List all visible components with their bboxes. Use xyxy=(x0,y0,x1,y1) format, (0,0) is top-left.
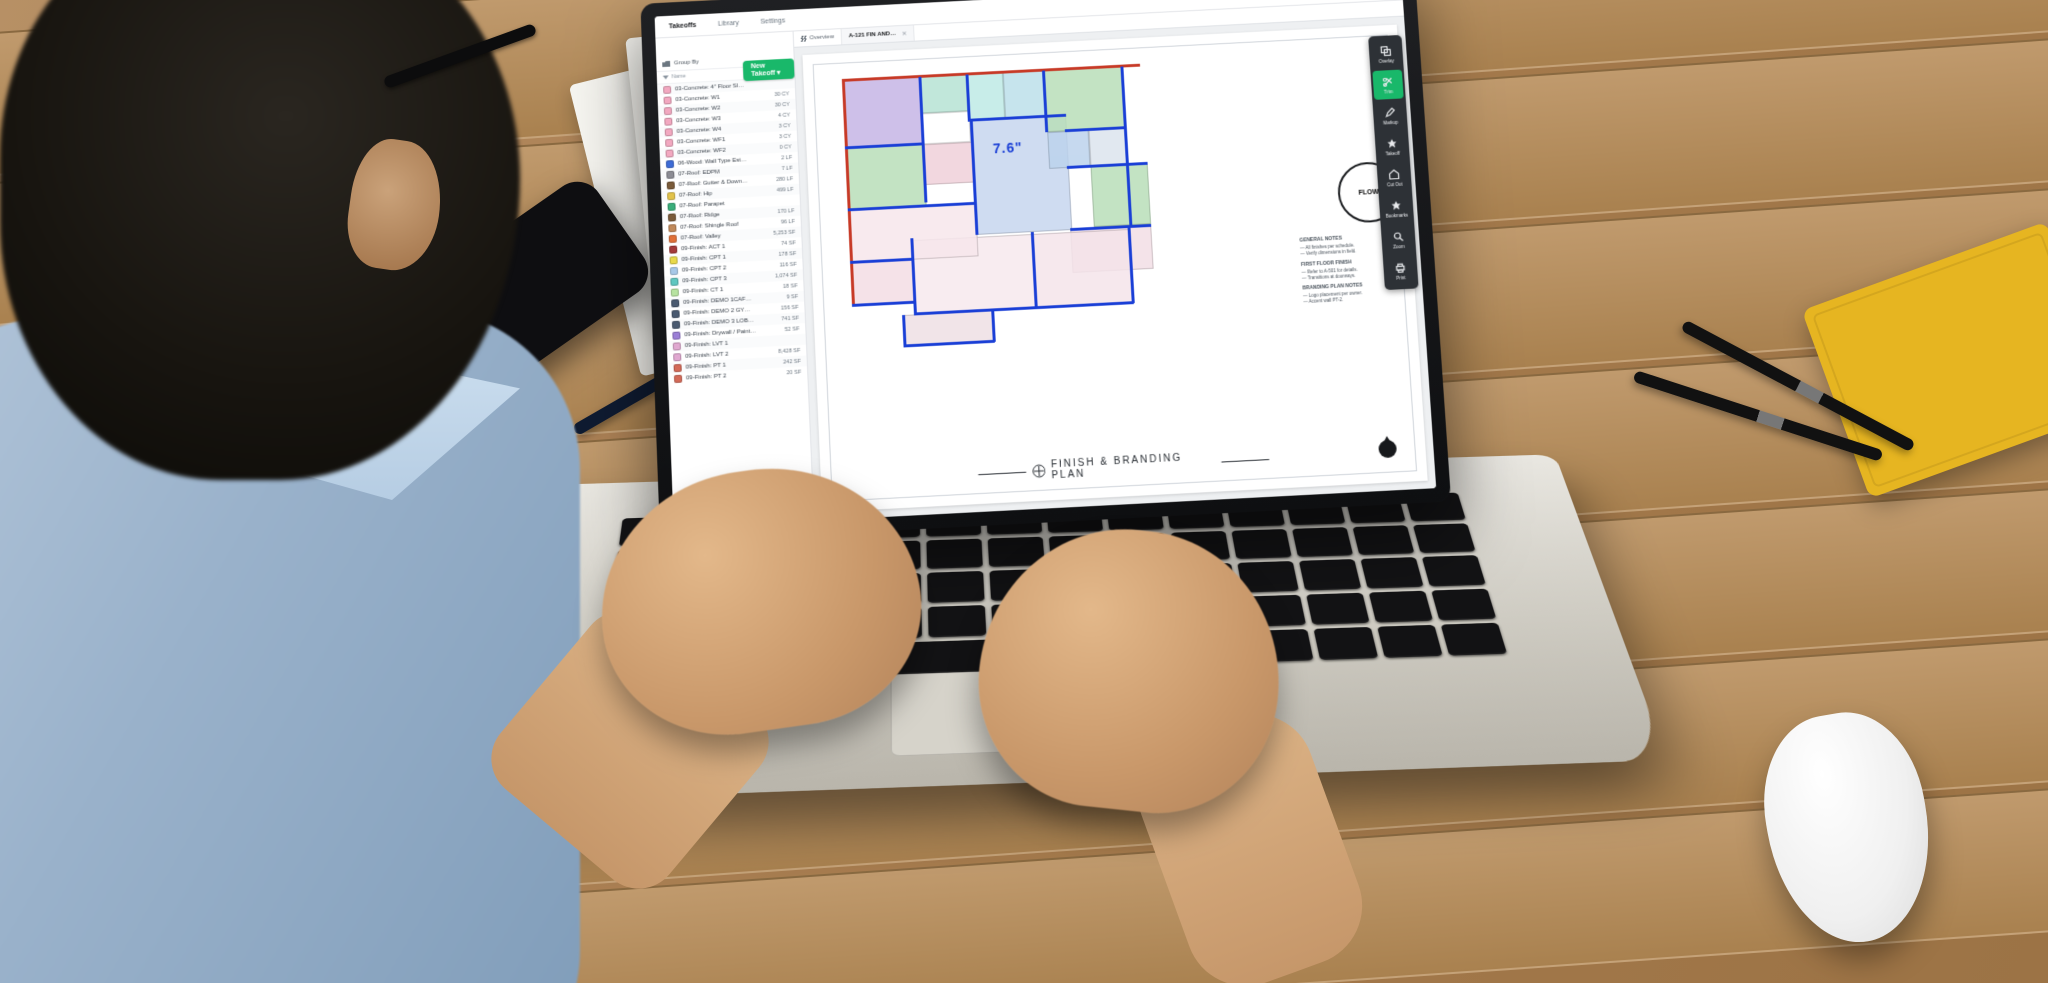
room-storage[interactable] xyxy=(1091,164,1152,227)
takeoff-qty: 741 SF xyxy=(781,315,799,322)
takeoff-qty: 74 SF xyxy=(781,240,796,247)
takeoff-qty: 8,428 SF xyxy=(778,347,800,354)
toolbtn-cutout[interactable]: Cut Out xyxy=(1379,162,1410,193)
drawing-canvas[interactable]: 7.6" FLOW GENERAL NOTES — All finishes p… xyxy=(802,25,1427,513)
toolbtn-markup[interactable]: Markup xyxy=(1374,100,1405,130)
room-bath-1[interactable] xyxy=(920,74,969,113)
takeoff-qty: 20 SF xyxy=(787,369,802,376)
toolbtn-label: Cut Out xyxy=(1387,181,1403,187)
room-dining[interactable] xyxy=(1033,229,1134,308)
takeoff-qty: 2 LF xyxy=(781,155,792,161)
takeoff-qty: 9 SF xyxy=(786,294,798,300)
toolbtn-takeoff[interactable]: Takeoff xyxy=(1376,131,1407,162)
room-laundry[interactable] xyxy=(924,142,975,185)
takeoff-qty: 52 SF xyxy=(785,326,800,333)
room-bedroom-3[interactable] xyxy=(845,144,927,210)
sheet-title: FINISH & BRANDING PLAN xyxy=(977,448,1270,485)
room-bath-3[interactable] xyxy=(850,260,915,306)
toolbtn-zoom[interactable]: Zoom xyxy=(1383,224,1415,255)
menu-files[interactable]: FILES xyxy=(1247,0,1278,2)
toolbtn-label: Bookmarks xyxy=(1386,212,1409,218)
toolbtn-bookmarks[interactable]: Bookmarks xyxy=(1381,193,1413,224)
takeoff-qty: 18 SF xyxy=(783,283,798,290)
takeoff-qty: 242 SF xyxy=(783,358,801,365)
close-icon[interactable]: ✕ xyxy=(902,30,907,37)
toolbtn-label: Takeoff xyxy=(1385,150,1400,156)
toolbtn-trim[interactable]: Trim xyxy=(1372,70,1403,100)
takeoff-qty: 3 CY xyxy=(779,133,791,139)
room-bath-2[interactable] xyxy=(1003,71,1047,119)
room-bedroom-1[interactable] xyxy=(842,77,924,148)
toolbtn-print[interactable]: Print xyxy=(1385,255,1417,286)
takeoff-qty: 116 SF xyxy=(779,261,796,268)
takeoff-qty: 178 SF xyxy=(779,251,797,258)
drawing-sheet: 7.6" FLOW GENERAL NOTES — All finishes p… xyxy=(813,35,1417,502)
room-hall-1[interactable] xyxy=(922,111,971,144)
tab-overview[interactable]: Overview xyxy=(794,29,843,47)
takeoff-qty: 156 SF xyxy=(781,304,799,311)
toolbtn-label: Zoom xyxy=(1393,244,1405,249)
floor-plan: 7.6" xyxy=(842,51,1303,440)
toolbtn-label: Markup xyxy=(1383,119,1398,125)
tab-sheet[interactable]: A-121 FIN AND… ✕ xyxy=(842,25,915,44)
toolbtn-label: Trim xyxy=(1384,89,1393,94)
toolbtn-label: Overlay xyxy=(1379,58,1395,64)
scene-photo: Takeoffs Library Settings FILES REPORTS … xyxy=(0,0,2048,983)
room-closet-1[interactable] xyxy=(967,73,1005,121)
north-arrow-icon xyxy=(1378,440,1397,459)
logo-icon xyxy=(1031,464,1045,479)
room-stair[interactable] xyxy=(1047,130,1090,169)
takeoff-qty: 3 CY xyxy=(779,123,791,129)
takeoff-qty: 7 LF xyxy=(782,165,793,171)
room-mech[interactable] xyxy=(1089,128,1128,167)
takeoff-qty: 96 LF xyxy=(781,218,795,225)
dimension-callout: 7.6" xyxy=(992,139,1022,156)
room-bedroom-2[interactable] xyxy=(1044,67,1126,133)
main-canvas-area: Overview A-121 FIN AND… ✕ xyxy=(794,0,1437,520)
toolbtn-label: Print xyxy=(1396,275,1405,280)
takeoff-qty: 0 CY xyxy=(779,144,791,150)
toolbtn-overlay[interactable]: Overlay xyxy=(1370,39,1401,69)
grid-icon xyxy=(801,36,807,42)
